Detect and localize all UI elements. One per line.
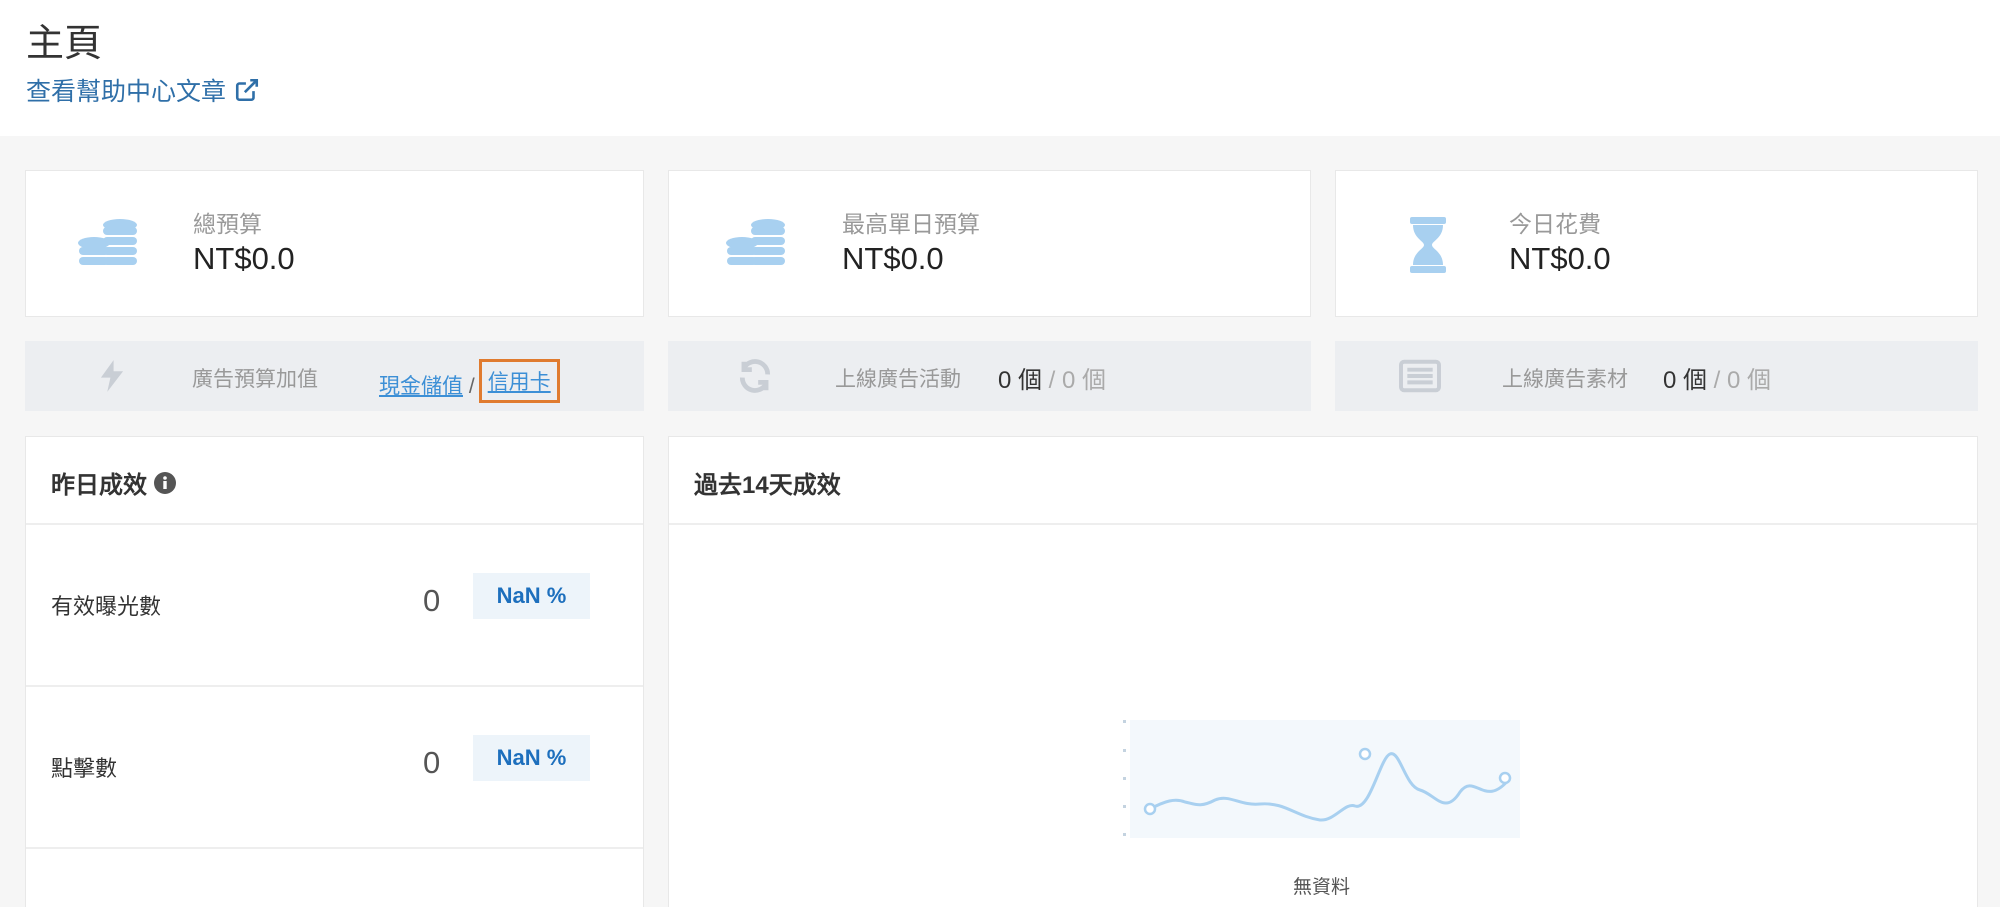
creatives-label: 上線廣告素材 (1502, 368, 1628, 391)
credit-card-highlight: 信用卡 (478, 359, 560, 403)
topup-links: 現金儲值 / 信用卡 (379, 359, 560, 407)
creatives-count-total: / 0 個 (1707, 367, 1772, 394)
campaigns-count-active: 0 個 (998, 367, 1043, 394)
last14-title: 過去14天成效 (694, 472, 841, 499)
external-link-icon (235, 78, 259, 102)
campaigns-count: 0 個 / 0 個 (998, 360, 1106, 395)
panel-title: 昨日成效 (51, 465, 177, 500)
metric-row-impressions: 有效曝光數 0 NaN % (26, 525, 643, 687)
page-title: 主頁 (26, 23, 103, 65)
active-creatives-card: 上線廣告素材 0 個 / 0 個 (1335, 341, 1978, 411)
creatives-count: 0 個 / 0 個 (1663, 360, 1771, 395)
stat-value: NT$0.0 (193, 241, 295, 276)
max-daily-budget-card: 最高單日預算 NT$0.0 (668, 170, 1311, 317)
hourglass-icon (1410, 217, 1446, 273)
today-spend-card: 今日花費 NT$0.0 (1335, 170, 1978, 317)
help-link-label: 查看幫助中心文章 (26, 78, 227, 106)
total-budget-card: 總預算 NT$0.0 (25, 170, 644, 317)
creatives-count-active: 0 個 (1663, 367, 1708, 394)
stat-label: 今日花費 (1509, 211, 1601, 237)
metric-change-badge: NaN % (473, 735, 590, 781)
bolt-icon (100, 360, 124, 392)
metric-label: 點擊數 (51, 756, 118, 781)
coins-icon (78, 219, 137, 265)
stat-label: 最高單日預算 (842, 211, 980, 237)
metric-value: 0 (423, 583, 441, 618)
link-separator: / (468, 375, 475, 398)
stat-value: NT$0.0 (1509, 241, 1611, 276)
active-campaigns-card: 上線廣告活動 0 個 / 0 個 (668, 341, 1311, 411)
credit-card-link[interactable]: 信用卡 (488, 371, 551, 394)
cash-topup-link[interactable]: 現金儲值 (379, 375, 463, 398)
metric-row-clicks: 點擊數 0 NaN % (26, 687, 643, 849)
topup-label: 廣告預算加值 (192, 368, 318, 391)
panel-divider (669, 523, 1977, 525)
help-center-link[interactable]: 查看幫助中心文章 (26, 72, 260, 108)
newspaper-icon (1399, 359, 1441, 393)
page-header: 主頁 查看幫助中心文章 (0, 0, 2000, 136)
refresh-icon (739, 359, 771, 393)
topup-card: 廣告預算加值 現金儲值 / 信用卡 (25, 341, 644, 411)
stat-value: NT$0.0 (842, 241, 944, 276)
metric-label: 有效曝光數 (51, 594, 162, 619)
coins-icon (726, 219, 785, 265)
empty-chart-illustration (1123, 720, 1520, 838)
yesterday-performance-panel: 昨日成效 有效曝光數 0 NaN % 點擊數 0 NaN % (25, 436, 644, 907)
info-icon[interactable] (153, 471, 177, 495)
metric-value: 0 (423, 745, 441, 780)
yesterday-title: 昨日成效 (51, 472, 147, 499)
campaigns-label: 上線廣告活動 (835, 368, 961, 391)
metric-change-badge: NaN % (473, 573, 590, 619)
stat-label: 總預算 (193, 211, 262, 237)
campaigns-count-total: / 0 個 (1042, 367, 1107, 394)
no-data-text: 無資料 (1293, 877, 1351, 898)
